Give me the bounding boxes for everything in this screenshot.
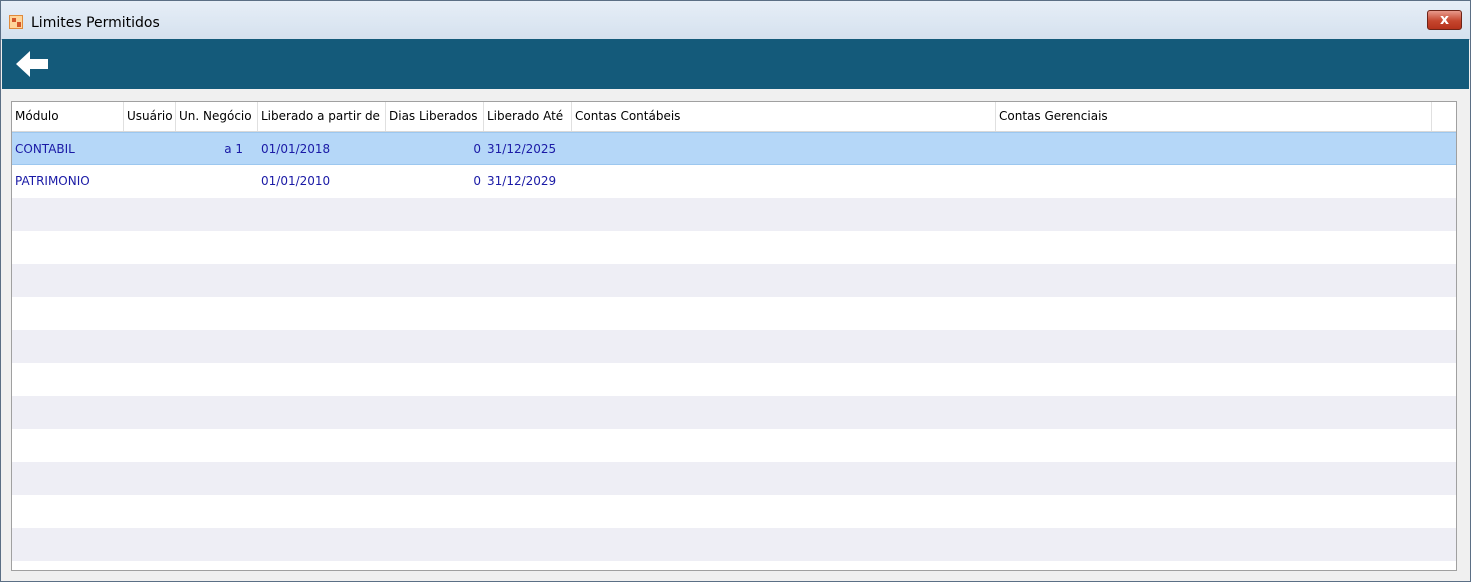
cell-modulo: CONTABIL: [15, 142, 75, 156]
cell-liberado-a-partir-de[interactable]: 01/01/2018: [258, 133, 386, 166]
limites-permitidos-window: Limites Permitidos x Módulo Usuário Un. …: [0, 0, 1471, 582]
column-header-liberado-a-partir-de[interactable]: Liberado a partir de: [258, 102, 386, 131]
title-bar[interactable]: Limites Permitidos x: [1, 1, 1470, 40]
empty-row: [12, 363, 1456, 396]
back-button[interactable]: [12, 47, 52, 81]
toolbar: [2, 39, 1469, 89]
cell-usuario: [124, 165, 176, 198]
empty-row: [12, 198, 1456, 231]
cell-liberado-a-partir-de: 01/01/2010: [261, 174, 331, 188]
table-row[interactable]: PATRIMONIO 01/01/2010 0 31/12/2029: [12, 165, 1456, 198]
column-header-dias-liberados[interactable]: Dias Liberados: [386, 102, 484, 131]
table-row[interactable]: CONTABIL a 1 01/01/2018 0 31/12/2025: [12, 132, 1456, 165]
column-header-contas-gerenciais[interactable]: Contas Gerenciais: [996, 102, 1432, 131]
empty-row: [12, 429, 1456, 462]
app-icon: [9, 15, 23, 29]
cell-modulo: PATRIMONIO: [15, 174, 90, 188]
cell-liberado-ate: 31/12/2025: [487, 142, 557, 156]
empty-row: [12, 396, 1456, 429]
empty-row: [12, 297, 1456, 330]
cell-un-negocio: [176, 165, 246, 198]
cell-contas-gerenciais: [996, 133, 1432, 166]
empty-row: [12, 561, 1456, 570]
empty-row: [12, 231, 1456, 264]
grid-header: Módulo Usuário Un. Negócio Liberado a pa…: [12, 102, 1456, 132]
cell-liberado-ate: 31/12/2029: [487, 174, 557, 188]
column-header-modulo[interactable]: Módulo: [12, 102, 124, 131]
cell-dias-liberados: 0: [473, 142, 481, 156]
grid-rows: CONTABIL a 1 01/01/2018 0 31/12/2025 PAT…: [12, 132, 1456, 570]
column-header-contas-contabeis[interactable]: Contas Contábeis: [572, 102, 996, 131]
arrow-left-icon: [16, 51, 48, 77]
cell-un-negocio: a 1: [224, 142, 243, 156]
empty-row: [12, 330, 1456, 363]
limits-grid[interactable]: Módulo Usuário Un. Negócio Liberado a pa…: [11, 101, 1457, 571]
empty-row: [12, 528, 1456, 561]
cell-contas-contabeis: [572, 165, 996, 198]
window-title: Limites Permitidos: [31, 15, 160, 31]
empty-row: [12, 495, 1456, 528]
cell-usuario: [124, 133, 176, 166]
column-header-liberado-ate[interactable]: Liberado Até: [484, 102, 572, 131]
cell-dias-liberados: 0: [473, 174, 481, 188]
empty-row: [12, 264, 1456, 297]
cell-contas-contabeis: [572, 133, 996, 166]
column-header-usuario[interactable]: Usuário: [124, 102, 176, 131]
close-button[interactable]: x: [1427, 10, 1462, 30]
cell-contas-gerenciais: [996, 165, 1432, 198]
empty-row: [12, 462, 1456, 495]
column-header-un-negocio[interactable]: Un. Negócio: [176, 102, 258, 131]
